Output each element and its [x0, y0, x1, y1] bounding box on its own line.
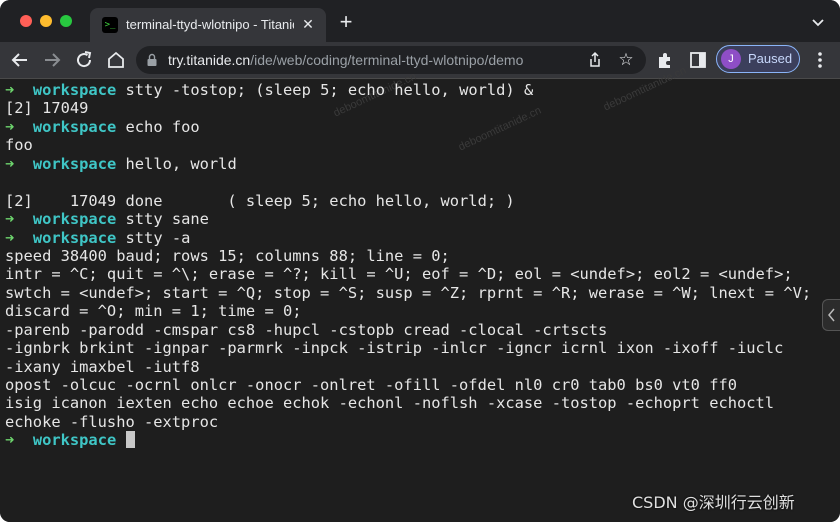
output-line	[5, 173, 811, 191]
prompt-directory: workspace	[32, 431, 117, 450]
side-panel-icon[interactable]	[688, 50, 708, 70]
output-line: [2] 17049 done ( sleep 5; echo hello, wo…	[5, 192, 811, 210]
share-icon[interactable]	[586, 51, 604, 69]
output-text: -parenb -parodd -cmspar cs8 -hupcl -csto…	[5, 320, 608, 339]
output-line: discard = ^O; min = 1; time = 0;	[5, 302, 811, 320]
command-text: hello, world	[125, 154, 237, 173]
csdn-watermark: CSDN @深圳行云创新	[632, 493, 795, 512]
browser-toolbar: try.titanide.cn/ide/web/coding/terminal-…	[0, 42, 840, 79]
output-text: swtch = <undef>; start = ^Q; stop = ^S; …	[5, 283, 812, 302]
tab-title: terminal-ttyd-wlotnipo - Titanide	[126, 17, 294, 32]
bookmark-star-icon[interactable]: ☆	[616, 50, 636, 70]
command-text: stty sane	[125, 210, 209, 229]
address-bar[interactable]: try.titanide.cn/ide/web/coding/terminal-…	[136, 46, 646, 74]
new-tab-button[interactable]: +	[336, 11, 356, 33]
tab-terminal[interactable]: >_ terminal-ttyd-wlotnipo - Titanide ✕	[90, 8, 326, 42]
prompt-line: ➜ workspace hello, world	[5, 155, 811, 173]
output-line: opost -olcuc -ocrnl onlcr -onocr -onlret…	[5, 376, 811, 394]
chevron-left-icon	[828, 308, 835, 322]
prompt-arrow-icon: ➜	[5, 228, 15, 247]
command-text: stty -a	[125, 228, 191, 247]
output-line: swtch = <undef>; start = ^Q; stop = ^S; …	[5, 284, 811, 302]
prompt-arrow-icon: ➜	[5, 117, 15, 136]
prompt-line: ➜ workspace stty -tostop; (sleep 5; echo…	[5, 81, 811, 99]
prompt-arrow-icon: ➜	[5, 210, 15, 229]
output-line: speed 38400 baud; rows 15; columns 88; l…	[5, 247, 811, 265]
prompt-arrow-icon: ➜	[5, 81, 15, 99]
terminal-favicon-icon: >_	[102, 17, 118, 33]
output-text: echoke -flusho -extproc	[5, 412, 219, 431]
url-text: try.titanide.cn/ide/web/coding/terminal-…	[168, 52, 523, 68]
prompt-arrow-icon: ➜	[5, 431, 15, 450]
more-menu-icon[interactable]	[812, 50, 828, 70]
output-text: discard = ^O; min = 1; time = 0;	[5, 302, 302, 321]
terminal-cursor	[125, 431, 135, 449]
prompt-directory: workspace	[32, 228, 117, 247]
profile-status-label: Paused	[748, 51, 793, 66]
url-path: /ide/web/coding/terminal-ttyd-wlotnipo/d…	[250, 52, 524, 68]
output-text: [2] 17049 done ( sleep 5; echo hello, wo…	[5, 191, 515, 210]
terminal-output: ➜ workspace stty -tostop; (sleep 5; echo…	[5, 81, 811, 450]
output-line: echoke -flusho -extproc	[5, 413, 811, 431]
prompt-directory: workspace	[32, 117, 117, 136]
home-icon[interactable]	[104, 48, 128, 72]
minimize-window-button[interactable]	[40, 15, 52, 27]
prompt-directory: workspace	[32, 154, 117, 173]
prompt-line: ➜ workspace stty -a	[5, 229, 811, 247]
prompt-line: ➜ workspace	[5, 431, 811, 449]
reload-icon[interactable]	[72, 48, 96, 72]
chevron-down-icon[interactable]	[810, 14, 826, 30]
prompt-directory: workspace	[32, 81, 117, 99]
profile-button[interactable]: J Paused	[716, 45, 800, 73]
browser-window: >_ terminal-ttyd-wlotnipo - Titanide ✕ +…	[0, 0, 840, 522]
output-text: intr = ^C; quit = ^\; erase = ^?; kill =…	[5, 265, 793, 284]
command-text: stty -tostop; (sleep 5; echo hello, worl…	[125, 81, 534, 99]
close-window-button[interactable]	[20, 15, 32, 27]
tab-strip: >_ terminal-ttyd-wlotnipo - Titanide ✕ +	[0, 0, 840, 42]
back-arrow-icon[interactable]	[8, 48, 32, 72]
lock-icon[interactable]	[146, 53, 158, 67]
prompt-line: ➜ workspace echo foo	[5, 118, 811, 136]
maximize-window-button[interactable]	[60, 15, 72, 27]
output-line: foo	[5, 136, 811, 154]
output-text: [2] 17049	[5, 99, 89, 118]
url-host: try.titanide.cn	[168, 52, 251, 68]
command-text: echo foo	[125, 117, 200, 136]
output-text: speed 38400 baud; rows 15; columns 88; l…	[5, 246, 450, 265]
output-text: -ixany imaxbel -iutf8	[5, 357, 200, 376]
output-text: foo	[5, 136, 33, 155]
output-text: isig icanon iexten echo echoe echok -ech…	[5, 394, 775, 413]
output-text: -ignbrk brkint -ignpar -parmrk -inpck -i…	[5, 339, 784, 358]
side-collapse-tab[interactable]	[822, 299, 840, 331]
prompt-line: ➜ workspace stty sane	[5, 210, 811, 228]
output-line: -ignbrk brkint -ignpar -parmrk -inpck -i…	[5, 339, 811, 357]
extensions-puzzle-icon[interactable]	[655, 50, 675, 70]
prompt-directory: workspace	[32, 210, 117, 229]
forward-arrow-icon[interactable]	[40, 48, 64, 72]
tab-close-icon[interactable]: ✕	[300, 16, 316, 32]
output-line: -parenb -parodd -cmspar cs8 -hupcl -csto…	[5, 321, 811, 339]
output-line: isig icanon iexten echo echoe echok -ech…	[5, 394, 811, 412]
output-text: opost -olcuc -ocrnl onlcr -onocr -onlret…	[5, 376, 738, 394]
prompt-arrow-icon: ➜	[5, 154, 15, 173]
output-line: intr = ^C; quit = ^\; erase = ^?; kill =…	[5, 265, 811, 283]
output-line: [2] 17049	[5, 99, 811, 117]
output-line: -ixany imaxbel -iutf8	[5, 358, 811, 376]
avatar: J	[721, 49, 741, 69]
terminal-pane[interactable]: deboomtitanide.cn deboomtitanide.cn debo…	[0, 65, 840, 522]
